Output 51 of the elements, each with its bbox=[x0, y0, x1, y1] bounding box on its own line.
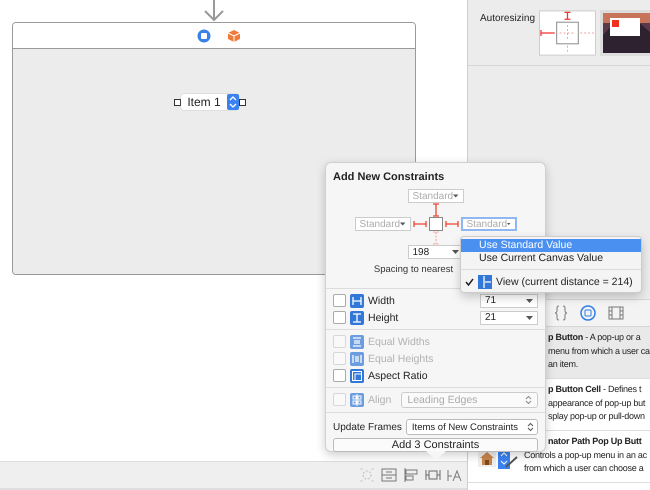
braces-icon[interactable] bbox=[554, 305, 568, 321]
checkbox[interactable] bbox=[333, 369, 346, 382]
checkbox[interactable] bbox=[333, 311, 346, 324]
checkbox[interactable] bbox=[333, 294, 346, 307]
equal-heights-icon bbox=[350, 352, 364, 366]
caret-icon bbox=[452, 250, 458, 254]
constraint-label: Height bbox=[368, 312, 398, 324]
constraint-label: Aspect Ratio bbox=[368, 370, 428, 382]
caret-icon bbox=[526, 298, 533, 302]
caret-icon bbox=[400, 222, 406, 226]
resize-handle[interactable] bbox=[174, 98, 182, 106]
caret-icon bbox=[526, 316, 533, 320]
constant-field[interactable]: 21 bbox=[480, 310, 538, 324]
constraint-label: Equal Heights bbox=[368, 352, 434, 364]
stack-icon[interactable] bbox=[381, 468, 397, 482]
caret-icon bbox=[453, 194, 458, 198]
align-icon bbox=[350, 392, 364, 406]
stepper-icon bbox=[527, 422, 534, 432]
constraint-label: Align bbox=[368, 394, 392, 406]
popup-button[interactable]: Item 1 bbox=[181, 94, 239, 110]
caret-icon bbox=[507, 222, 510, 226]
update-frames-label: Update Frames bbox=[333, 422, 402, 432]
align-icon[interactable] bbox=[403, 468, 419, 482]
pin-icon[interactable] bbox=[425, 468, 441, 482]
trailing-constraint-icon[interactable] bbox=[444, 219, 458, 229]
spacing-label: Spacing to nearest bbox=[374, 264, 454, 275]
view-square bbox=[428, 217, 442, 231]
update-frames-select[interactable]: Items of New Constraints bbox=[406, 419, 538, 435]
object-library-icon[interactable] bbox=[580, 305, 596, 321]
width-icon bbox=[350, 294, 364, 308]
cube-icon[interactable] bbox=[227, 28, 241, 42]
popover-title: Add New Constraints bbox=[333, 171, 446, 183]
autoresizing-control[interactable] bbox=[539, 10, 596, 56]
equal-widths-icon bbox=[350, 334, 364, 348]
constraint-label: Equal Widths bbox=[368, 336, 430, 348]
height-icon bbox=[350, 310, 364, 324]
top-constraint-icon[interactable] bbox=[430, 203, 440, 217]
add-constraints-button[interactable]: Add 3 Constraints bbox=[333, 438, 538, 452]
view-controller-icon[interactable] bbox=[197, 28, 211, 42]
leading-constraint-icon[interactable] bbox=[412, 219, 426, 229]
constant-field[interactable]: 71 bbox=[480, 294, 538, 308]
view-icon bbox=[478, 275, 492, 289]
media-library-icon[interactable] bbox=[608, 306, 624, 320]
stepper-icon bbox=[226, 94, 239, 110]
autoresizing-label: Autoresizing bbox=[480, 13, 536, 24]
resize-icon[interactable] bbox=[447, 468, 463, 482]
menu-item[interactable]: Use Current Canvas Value bbox=[461, 252, 641, 265]
constraint-label: Width bbox=[368, 294, 395, 306]
stepper-icon bbox=[525, 394, 532, 404]
aspect-icon bbox=[350, 368, 364, 382]
menu-item[interactable]: View (current distance = 214) bbox=[461, 274, 641, 290]
